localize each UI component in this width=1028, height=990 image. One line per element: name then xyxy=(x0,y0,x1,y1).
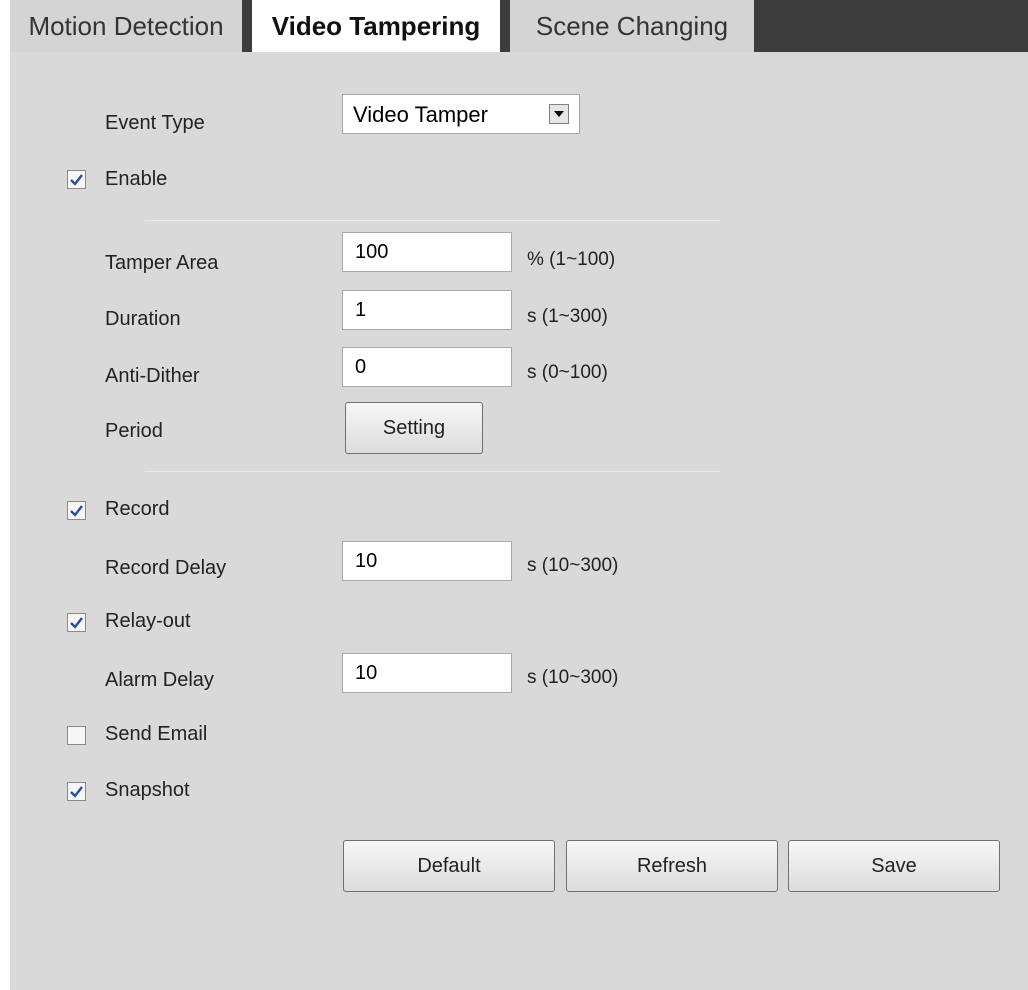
default-button[interactable]: Default xyxy=(343,840,555,892)
chevron-down-icon[interactable] xyxy=(549,104,569,124)
snapshot-checkbox[interactable] xyxy=(67,782,86,801)
relay-out-label: Relay-out xyxy=(105,610,191,632)
record-checkbox[interactable] xyxy=(67,501,86,520)
duration-label: Duration xyxy=(105,308,181,330)
settings-panel: Event Type Video Tamper Enable Tamper Ar… xyxy=(10,52,1028,990)
tab-motion-detection[interactable]: Motion Detection xyxy=(10,0,242,52)
duration-input[interactable] xyxy=(342,290,512,330)
anti-dither-input[interactable] xyxy=(342,347,512,387)
event-type-label: Event Type xyxy=(105,112,205,134)
period-setting-button[interactable]: Setting xyxy=(345,402,483,454)
checkmark-icon xyxy=(70,617,83,629)
duration-range: s (1~300) xyxy=(527,306,608,327)
record-delay-input[interactable] xyxy=(342,541,512,581)
enable-label: Enable xyxy=(105,168,168,190)
record-label: Record xyxy=(105,498,170,520)
tamper-area-input[interactable] xyxy=(342,232,512,272)
divider xyxy=(145,471,720,472)
divider xyxy=(145,220,720,221)
period-label: Period xyxy=(105,420,163,442)
checkmark-icon xyxy=(70,505,83,517)
alarm-delay-range: s (10~300) xyxy=(527,667,619,688)
anti-dither-label: Anti-Dither xyxy=(105,365,200,387)
send-email-checkbox[interactable] xyxy=(67,726,86,745)
save-button[interactable]: Save xyxy=(788,840,1000,892)
snapshot-label: Snapshot xyxy=(105,779,190,801)
anti-dither-range: s (0~100) xyxy=(527,362,608,383)
refresh-button[interactable]: Refresh xyxy=(566,840,778,892)
alarm-delay-input[interactable] xyxy=(342,653,512,693)
event-type-select[interactable]: Video Tamper xyxy=(342,94,580,134)
enable-checkbox[interactable] xyxy=(67,170,86,189)
tamper-area-label: Tamper Area xyxy=(105,252,219,274)
tab-scene-changing[interactable]: Scene Changing xyxy=(510,0,754,52)
alarm-delay-label: Alarm Delay xyxy=(105,669,214,691)
tab-bar: Motion Detection Video Tampering Scene C… xyxy=(10,0,1028,52)
tamper-area-range: % (1~100) xyxy=(527,249,616,270)
checkmark-icon xyxy=(70,786,83,798)
record-delay-range: s (10~300) xyxy=(527,555,619,576)
checkmark-icon xyxy=(70,174,83,186)
relay-out-checkbox[interactable] xyxy=(67,613,86,632)
tab-video-tampering[interactable]: Video Tampering xyxy=(252,0,500,52)
record-delay-label: Record Delay xyxy=(105,557,227,579)
send-email-label: Send Email xyxy=(105,723,208,745)
event-type-value: Video Tamper xyxy=(353,102,488,127)
